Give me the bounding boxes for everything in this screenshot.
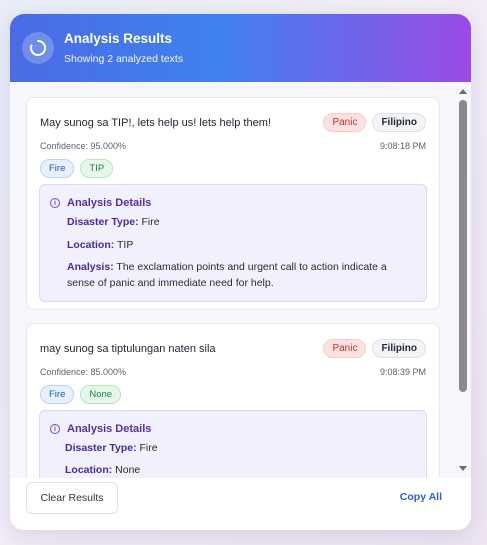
clear-results-button[interactable]: Clear Results — [26, 482, 118, 514]
analysis-details: i Analysis Details Disaster Type: Fire L… — [39, 410, 427, 478]
analysis-details: i Analysis Details Disaster Type: Fire L… — [39, 184, 427, 302]
details-heading: Analysis Details — [67, 423, 152, 435]
timestamp: 9:08:18 PM — [379, 141, 426, 151]
results-header: Analysis Results Showing 2 analyzed text… — [10, 14, 471, 82]
results-list[interactable]: May sunog sa TIP!, lets help us! lets he… — [10, 82, 471, 478]
result-card: may sunog sa tiptulungan naten sila Pani… — [26, 323, 440, 478]
info-icon: i — [50, 424, 60, 434]
confidence-text: Confidence: 85.000% — [40, 367, 127, 377]
language-badge: Filipino — [372, 113, 426, 132]
timestamp: 9:08:39 PM — [379, 367, 426, 377]
location-line: Location: TIP — [67, 239, 134, 251]
results-subtitle: Showing 2 analyzed texts — [64, 53, 184, 65]
sentiment-badge: Panic — [323, 339, 367, 358]
disaster-tag: Fire — [40, 385, 75, 404]
scrollbar-thumb[interactable] — [459, 100, 467, 392]
details-heading: Analysis Details — [67, 197, 152, 209]
language-badge: Filipino — [372, 339, 426, 358]
location-tag: TIP — [80, 159, 114, 178]
results-title: Analysis Results — [64, 31, 173, 46]
analyzed-text: may sunog sa tiptulungan naten sila — [40, 342, 216, 355]
info-icon: i — [50, 198, 60, 208]
analysis-line: Analysis: The exclamation points and urg… — [67, 261, 387, 273]
copy-all-button[interactable]: Copy All — [400, 491, 442, 503]
vertical-scrollbar[interactable] — [458, 82, 468, 478]
loader-icon — [22, 32, 54, 64]
analysis-line-2: sense of panic and immediate need for he… — [67, 277, 274, 289]
location-tag: None — [80, 385, 122, 404]
disaster-tag: Fire — [40, 159, 75, 178]
scroll-up-arrow-icon[interactable] — [459, 89, 467, 94]
confidence-text: Confidence: 95.000% — [40, 141, 127, 151]
results-footer: Clear Results Copy All — [10, 478, 471, 530]
disaster-type-line: Disaster Type: Fire — [65, 442, 158, 454]
result-card: May sunog sa TIP!, lets help us! lets he… — [26, 97, 440, 310]
scroll-down-arrow-icon[interactable] — [459, 466, 467, 471]
disaster-type-line: Disaster Type: Fire — [67, 216, 160, 228]
sentiment-badge: Panic — [323, 113, 367, 132]
analysis-results-panel: Analysis Results Showing 2 analyzed text… — [10, 14, 471, 530]
analyzed-text: May sunog sa TIP!, lets help us! lets he… — [40, 116, 271, 129]
location-line: Location: None — [65, 464, 141, 476]
